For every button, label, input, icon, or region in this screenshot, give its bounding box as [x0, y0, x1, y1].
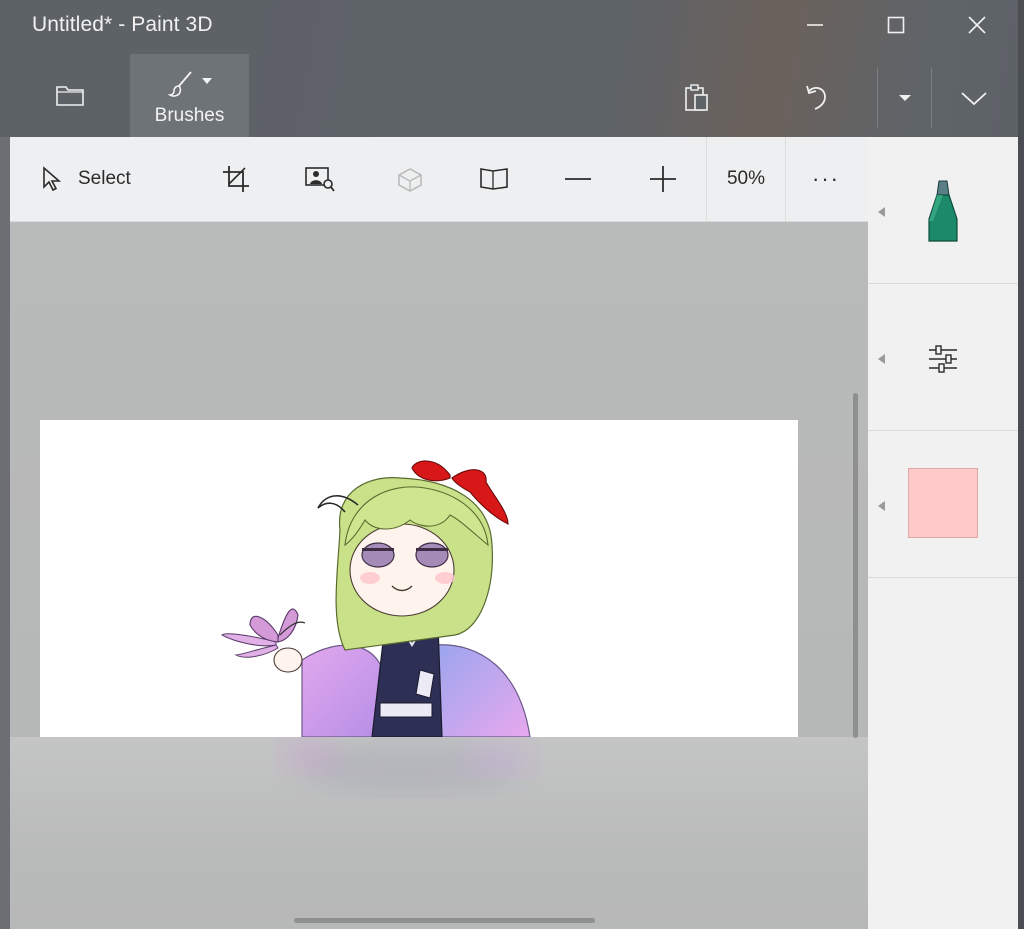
maximize-button[interactable]: [874, 8, 918, 42]
canvas-reflection: [10, 737, 868, 929]
settings-sliders-icon: [929, 345, 957, 373]
zoom-in-icon: [650, 166, 676, 192]
color-swatch[interactable]: [908, 468, 978, 538]
undo-button[interactable]: [790, 70, 844, 126]
more-options-button[interactable]: ···: [796, 137, 856, 221]
marker-tool-icon: [928, 180, 958, 242]
crop-button[interactable]: [208, 137, 264, 221]
color-section[interactable]: [868, 431, 1018, 578]
canvas-icon: [480, 168, 508, 190]
brushes-label: Brushes: [154, 104, 225, 126]
expand-arrow-icon: [878, 501, 885, 511]
horizontal-scrollbar[interactable]: [294, 918, 595, 923]
character-drawing: [221, 460, 531, 737]
zoom-out-button[interactable]: [550, 137, 606, 221]
select-tool-button[interactable]: Select: [32, 137, 162, 221]
history-dropdown-icon: [899, 95, 911, 101]
brushes-button[interactable]: Brushes: [130, 54, 249, 137]
paste-button[interactable]: [670, 70, 724, 126]
maximize-icon: [887, 16, 905, 34]
magic-select-button[interactable]: [292, 137, 348, 221]
collapse-ribbon-icon: [961, 92, 987, 106]
side-panel: [868, 137, 1018, 929]
history-dropdown-button[interactable]: [880, 70, 930, 126]
folder-icon: [56, 86, 84, 106]
zoom-level[interactable]: 50%: [706, 137, 786, 221]
zoom-in-button[interactable]: [635, 137, 691, 221]
zoom-out-icon: [565, 178, 591, 180]
ribbon-separator: [931, 68, 932, 128]
select-arrow-icon: [43, 166, 62, 192]
paintbrush-icon: [166, 70, 192, 97]
minimize-button[interactable]: [793, 8, 837, 42]
brushes-dropdown-icon: [201, 77, 212, 84]
paste-icon: [685, 84, 708, 111]
ribbon-separator: [877, 68, 878, 128]
3d-view-button: [382, 137, 438, 221]
expand-arrow-icon: [878, 354, 885, 364]
undo-icon: [806, 85, 826, 110]
window-right-edge: [1018, 0, 1024, 929]
minimize-icon: [807, 24, 823, 26]
drawing-canvas[interactable]: [40, 420, 798, 737]
menu-button[interactable]: [40, 62, 100, 128]
window-left-edge: [0, 137, 10, 929]
title-bar: Untitled* - Paint 3D Brushes: [0, 0, 1018, 137]
vertical-scrollbar[interactable]: [853, 393, 858, 738]
crop-icon: [223, 166, 249, 192]
tool-toolbar: Select 50% ···: [10, 137, 868, 222]
3d-view-icon: [398, 168, 422, 192]
close-button[interactable]: [955, 8, 999, 42]
canvas-button[interactable]: [466, 137, 522, 221]
brush-tool-section[interactable]: [868, 137, 1018, 284]
close-icon: [968, 16, 986, 34]
select-label: Select: [78, 168, 131, 189]
expand-arrow-icon: [878, 207, 885, 217]
window-title: Untitled* - Paint 3D: [32, 13, 213, 36]
collapse-ribbon-button[interactable]: [944, 70, 1004, 126]
brush-settings-section[interactable]: [868, 284, 1018, 431]
magic-select-icon: [305, 167, 335, 192]
